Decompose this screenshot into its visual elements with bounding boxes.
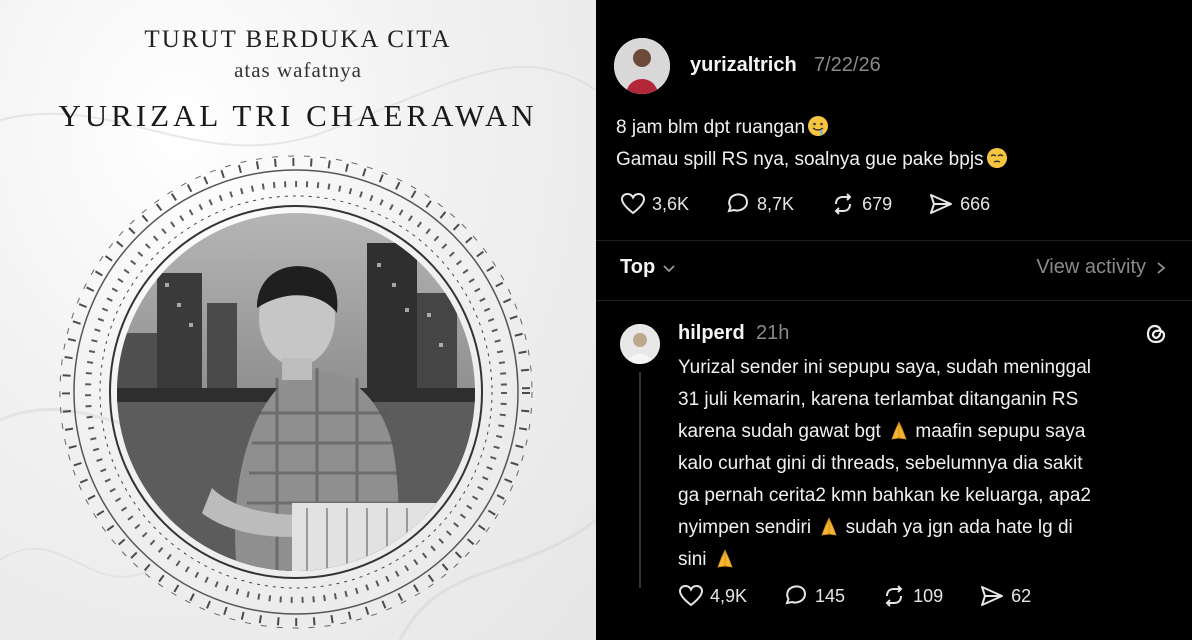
reply-share-count: 62 [1011, 585, 1032, 606]
reply-line-text: ga pernah cerita2 kmn bahkan ke keluarga… [678, 485, 1091, 506]
reply-line: karena sudah gawat bgt maafin sepupu say… [678, 416, 1091, 448]
threads-logo-icon[interactable] [1142, 320, 1170, 348]
post-repost-button[interactable]: 679 [830, 192, 892, 216]
comment-icon [785, 585, 807, 605]
folded-hands-emoji [891, 421, 907, 440]
sort-label: Top [620, 256, 656, 278]
send-icon [981, 586, 1004, 606]
heart-icon [620, 192, 646, 215]
post-line-text: 8 jam blm dpt ruangan [616, 117, 806, 138]
reply-thread-line [639, 372, 641, 588]
reply-username[interactable]: hilperd [678, 322, 745, 345]
folded-hands-emoji [821, 517, 837, 536]
reply-line: sini [678, 544, 1091, 576]
reply-line-text: nyimpen sendiri [678, 517, 812, 538]
comment-icon [727, 193, 749, 213]
reply-body: Yurizal sender ini sepupu saya, sudah me… [678, 352, 1091, 576]
post-username[interactable]: yurizaltrich [690, 54, 797, 77]
post-body: 8 jam blm dpt ruangan Gamau spill RS nya… [616, 112, 1008, 176]
post-like-count: 3,6K [652, 193, 690, 214]
post-line: Gamau spill RS nya, soalnya gue pake bpj… [616, 144, 1008, 176]
reply-line: 31 juli kemarin, karena terlambat ditang… [678, 384, 1091, 416]
view-activity-link[interactable]: View activity [1036, 256, 1168, 279]
reply-reply-count: 145 [815, 585, 846, 606]
post-reply-count: 8,7K [757, 193, 795, 214]
send-icon [930, 194, 953, 214]
post-reply-button[interactable]: 8,7K [725, 192, 794, 216]
post-share-button[interactable]: 666 [928, 192, 990, 216]
reply-line-text: maafin sepupu saya [915, 421, 1086, 442]
divider [596, 300, 1192, 301]
sort-dropdown[interactable]: Top [620, 256, 677, 279]
memorial-card: TURUT BERDUKA CITA atas wafatnya YURIZAL… [0, 0, 596, 640]
post-actions: 3,6K 8,7K 679 666 [620, 192, 1026, 216]
memorial-title: TURUT BERDUKA CITA [144, 26, 452, 53]
post-line: 8 jam blm dpt ruangan [616, 112, 1008, 144]
reply-line: ga pernah cerita2 kmn bahkan ke keluarga… [678, 480, 1091, 512]
reply-avatar[interactable] [620, 324, 660, 364]
heart-icon [678, 584, 704, 607]
reply-repost-count: 109 [913, 585, 944, 606]
reply-actions: 4,9K 145 109 62 [678, 584, 1067, 608]
drooling-face-emoji [808, 116, 829, 136]
post-like-button[interactable]: 3,6K [620, 192, 689, 216]
reply-share-button[interactable]: 62 [979, 584, 1031, 608]
pleading-face-emoji [986, 148, 1007, 168]
post-repost-count: 679 [862, 193, 893, 214]
view-activity-label: View activity [1036, 256, 1146, 278]
reply-line: kalo curhat gini di threads, sebelumnya … [678, 448, 1091, 480]
reply-line: Yurizal sender ini sepupu saya, sudah me… [678, 352, 1091, 384]
chevron-down-icon [663, 264, 675, 272]
post-avatar[interactable] [614, 38, 670, 94]
repost-icon [834, 193, 852, 215]
memorial-photo [117, 213, 475, 571]
reply-repost-button[interactable]: 109 [881, 584, 943, 608]
reply-line-text: sudah ya jgn ada hate lg di [845, 517, 1073, 538]
folded-hands-emoji [717, 549, 733, 568]
reply-reply-button[interactable]: 145 [783, 584, 845, 608]
reply-line-text: karena sudah gawat bgt [678, 421, 881, 442]
reply-like-button[interactable]: 4,9K [678, 584, 747, 608]
memorial-subtitle: atas wafatnya [234, 58, 362, 82]
chevron-right-icon [1157, 261, 1166, 274]
reply-line-text: sini [678, 549, 707, 570]
post-date: 7/22/26 [814, 54, 881, 76]
post-line-text: Gamau spill RS nya, soalnya gue pake bpj… [616, 149, 984, 170]
reply-line-text: 31 juli kemarin, karena terlambat ditang… [678, 389, 1079, 410]
post-share-count: 666 [960, 193, 991, 214]
repost-icon [885, 585, 903, 607]
person-avatar-icon [620, 324, 660, 364]
reply-line: nyimpen sendiri sudah ya jgn ada hate lg… [678, 512, 1091, 544]
reply-line-text: kalo curhat gini di threads, sebelumnya … [678, 453, 1083, 474]
divider [596, 240, 1192, 241]
reply-like-count: 4,9K [710, 585, 748, 606]
thread-panel: yurizaltrich 7/22/26 8 jam blm dpt ruang… [596, 0, 1192, 640]
memorial-name: YURIZAL TRI CHAERAWAN [58, 98, 538, 133]
reply-line-text: Yurizal sender ini sepupu saya, sudah me… [678, 357, 1091, 378]
reply-time: 21h [756, 322, 790, 344]
person-avatar-icon [614, 38, 670, 94]
